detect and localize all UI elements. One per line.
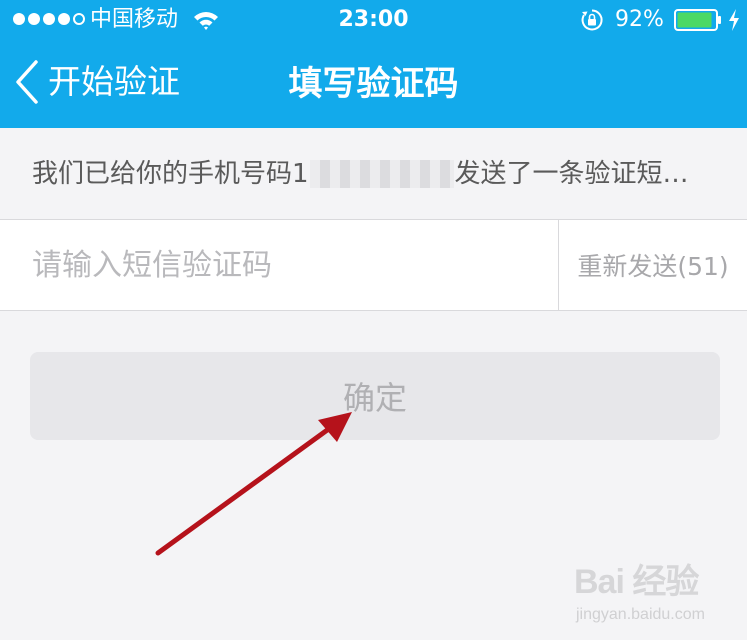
watermark-logo: Bai 经验 <box>574 563 699 601</box>
sms-sent-text: 我们已给你的手机号码1 发送了一条验证短… <box>32 156 689 192</box>
battery-percent: 92% <box>615 7 664 32</box>
notice-text-end: 发送了一条验证短… <box>454 159 689 189</box>
verification-screen: 中国移动 23:00 92% 开始验证 填写验证码 我们已给你的手机号码1 发送… <box>0 0 747 640</box>
watermark-url: jingyan.baidu.com <box>576 606 705 623</box>
navigation-bar: 开始验证 填写验证码 <box>0 40 747 128</box>
verification-code-input[interactable] <box>0 220 558 310</box>
battery-icon <box>674 9 721 31</box>
battery-level-fill <box>677 12 712 28</box>
resend-code-button[interactable]: 重新发送(51) <box>559 220 747 310</box>
redacted-phone-number <box>309 160 454 188</box>
sms-sent-notice: 我们已给你的手机号码1 发送了一条验证短… <box>0 128 747 220</box>
header: 中国移动 23:00 92% 开始验证 填写验证码 <box>0 0 747 128</box>
baidu-jingyan-watermark: Bai 经验 jingyan.baidu.com <box>574 560 734 634</box>
orientation-lock-icon <box>581 9 603 31</box>
charging-icon <box>729 9 739 31</box>
confirm-button[interactable]: 确定 <box>30 352 720 440</box>
code-input-row: 重新发送(51) <box>0 220 747 311</box>
status-bar: 中国移动 23:00 92% <box>0 0 747 40</box>
notice-text-start: 我们已给你的手机号码1 <box>32 159 309 189</box>
page-title: 填写验证码 <box>288 64 459 104</box>
